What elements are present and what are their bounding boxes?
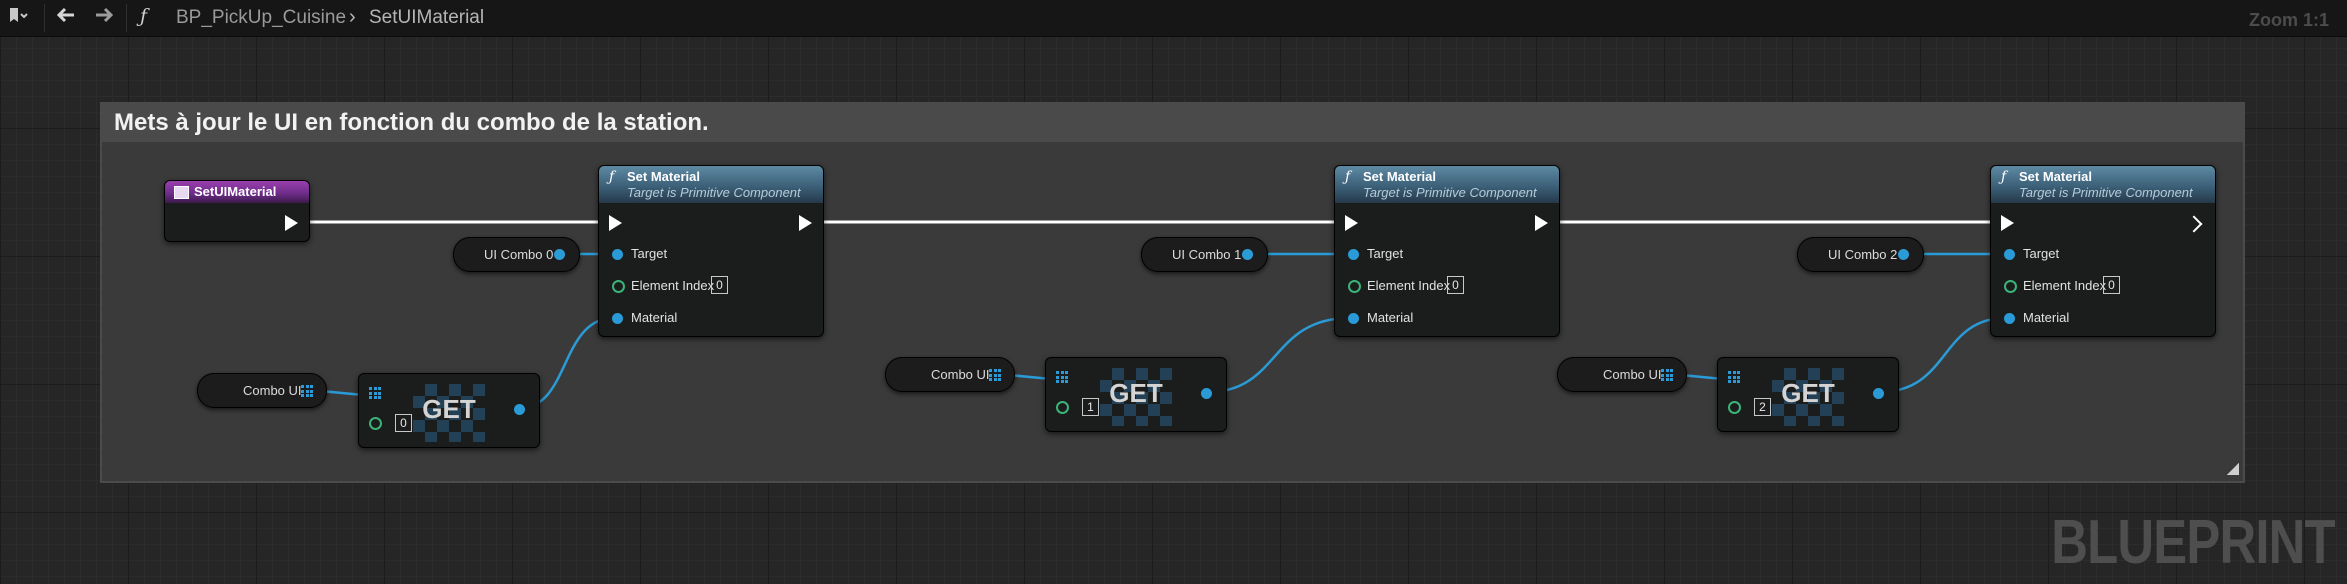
variable-label: UI Combo 0 (484, 247, 554, 262)
element-index-pin[interactable] (2004, 280, 2017, 293)
exec-output-pin[interactable] (1535, 215, 1548, 231)
array-pin-icon[interactable] (989, 369, 1001, 381)
material-pin[interactable] (1348, 313, 1359, 324)
toolbar-divider (44, 4, 45, 32)
get-output-pin[interactable] (1873, 388, 1884, 399)
function-symbol-icon: ƒ (2001, 169, 2007, 185)
material-label: Material (2023, 310, 2070, 325)
combo-ui-array-variable-3[interactable]: Combo UI (1557, 357, 1687, 392)
array-input-pin[interactable] (1056, 371, 1068, 383)
comment-title[interactable]: Mets à jour le UI en fonction du combo d… (102, 104, 2243, 142)
get-output-pin[interactable] (1201, 388, 1212, 399)
element-index-pin[interactable] (1348, 280, 1361, 293)
zoom-level: Zoom 1:1 (2248, 10, 2329, 30)
node-subtitle: Target is Primitive Component (627, 185, 801, 200)
node-title: Set Material (1363, 169, 1436, 184)
target-pin[interactable] (612, 249, 623, 260)
function-entry-title: SetUIMaterial (194, 184, 277, 199)
index-pin[interactable] (1056, 401, 1069, 414)
variable-label: Combo UI (931, 367, 990, 382)
node-title: Set Material (2019, 169, 2092, 184)
bookmark-icon[interactable] (2, 5, 34, 31)
variable-label: UI Combo 1 (1172, 247, 1242, 262)
set-material-node-3[interactable]: ƒ Set Material Target is Primitive Compo… (1990, 165, 2216, 337)
index-pin[interactable] (1728, 401, 1741, 414)
array-get-node-1[interactable]: GET 0 (358, 373, 540, 448)
array-input-pin[interactable] (1728, 371, 1740, 383)
material-pin[interactable] (2004, 313, 2015, 324)
get-node-label: GET (1781, 378, 1835, 408)
array-input-pin[interactable] (369, 387, 381, 399)
material-pin[interactable] (612, 313, 623, 324)
ui-combo-1-variable[interactable]: UI Combo 1 (1141, 237, 1268, 272)
combo-ui-array-variable-1[interactable]: Combo UI (197, 373, 327, 408)
variable-output-pin[interactable] (1242, 249, 1253, 260)
element-index-input[interactable]: 0 (711, 276, 728, 294)
variable-output-pin[interactable] (554, 249, 565, 260)
function-symbol-icon: ƒ (1345, 169, 1351, 185)
target-pin[interactable] (1348, 249, 1359, 260)
get-node-label: GET (1109, 378, 1163, 408)
breadcrumb-blueprint-name[interactable]: BP_PickUp_Cuisine (176, 7, 346, 29)
index-input[interactable]: 0 (395, 414, 412, 432)
exec-input-pin[interactable] (609, 215, 622, 231)
target-label: Target (631, 246, 668, 261)
set-material-node-2[interactable]: ƒ Set Material Target is Primitive Compo… (1334, 165, 1560, 337)
element-index-label: Element Index (631, 278, 715, 293)
element-index-input[interactable]: 0 (1447, 276, 1464, 294)
exec-output-pin[interactable] (285, 215, 298, 231)
variable-label: Combo UI (1603, 367, 1662, 382)
set-material-node-1[interactable]: ƒ Set Material Target is Primitive Compo… (598, 165, 824, 337)
variable-output-pin[interactable] (1898, 249, 1909, 260)
function-symbol-icon: ƒ (609, 169, 615, 185)
function-entry-icon (174, 186, 189, 199)
element-index-pin[interactable] (612, 280, 625, 293)
array-get-node-3[interactable]: GET 2 (1717, 357, 1899, 432)
array-pin-icon[interactable] (1661, 369, 1673, 381)
graph-toolbar: ƒ BP_PickUp_Cuisine › SetUIMaterial Zoom… (0, 0, 2347, 37)
back-arrow-icon[interactable] (50, 5, 82, 31)
node-subtitle: Target is Primitive Component (2019, 185, 2193, 200)
exec-input-pin[interactable] (2001, 215, 2014, 231)
index-input[interactable]: 1 (1082, 398, 1099, 416)
index-input[interactable]: 2 (1754, 398, 1771, 416)
node-subtitle: Target is Primitive Component (1363, 185, 1537, 200)
variable-label: UI Combo 2 (1828, 247, 1898, 262)
node-title: Set Material (627, 169, 700, 184)
toolbar-divider (126, 4, 127, 32)
target-pin[interactable] (2004, 249, 2015, 260)
function-entry-node[interactable]: SetUIMaterial (164, 180, 310, 242)
index-pin[interactable] (369, 417, 382, 430)
exec-output-pin[interactable] (799, 215, 812, 231)
element-index-label: Element Index (1367, 278, 1451, 293)
array-get-node-2[interactable]: GET 1 (1045, 357, 1227, 432)
ui-combo-2-variable[interactable]: UI Combo 2 (1797, 237, 1924, 272)
forward-arrow-icon[interactable] (88, 5, 120, 31)
get-output-pin[interactable] (514, 404, 525, 415)
material-label: Material (1367, 310, 1414, 325)
resize-grip-icon[interactable]: ◢ (2227, 458, 2239, 478)
ui-combo-0-variable[interactable]: UI Combo 0 (453, 237, 580, 272)
exec-input-pin[interactable] (1345, 215, 1358, 231)
material-label: Material (631, 310, 678, 325)
blueprint-watermark: BLUEPRINT (2051, 508, 2335, 577)
breadcrumb-separator: › (349, 6, 356, 28)
combo-ui-array-variable-2[interactable]: Combo UI (885, 357, 1015, 392)
array-pin-icon[interactable] (301, 385, 313, 397)
variable-label: Combo UI (243, 383, 302, 398)
exec-output-pin-unconnected[interactable] (2185, 215, 2203, 233)
element-index-label: Element Index (2023, 278, 2107, 293)
target-label: Target (1367, 246, 1404, 261)
get-node-label: GET (422, 394, 476, 424)
function-symbol-icon: ƒ (140, 5, 148, 27)
target-label: Target (2023, 246, 2060, 261)
element-index-input[interactable]: 0 (2103, 276, 2120, 294)
breadcrumb-function-name[interactable]: SetUIMaterial (369, 7, 484, 29)
